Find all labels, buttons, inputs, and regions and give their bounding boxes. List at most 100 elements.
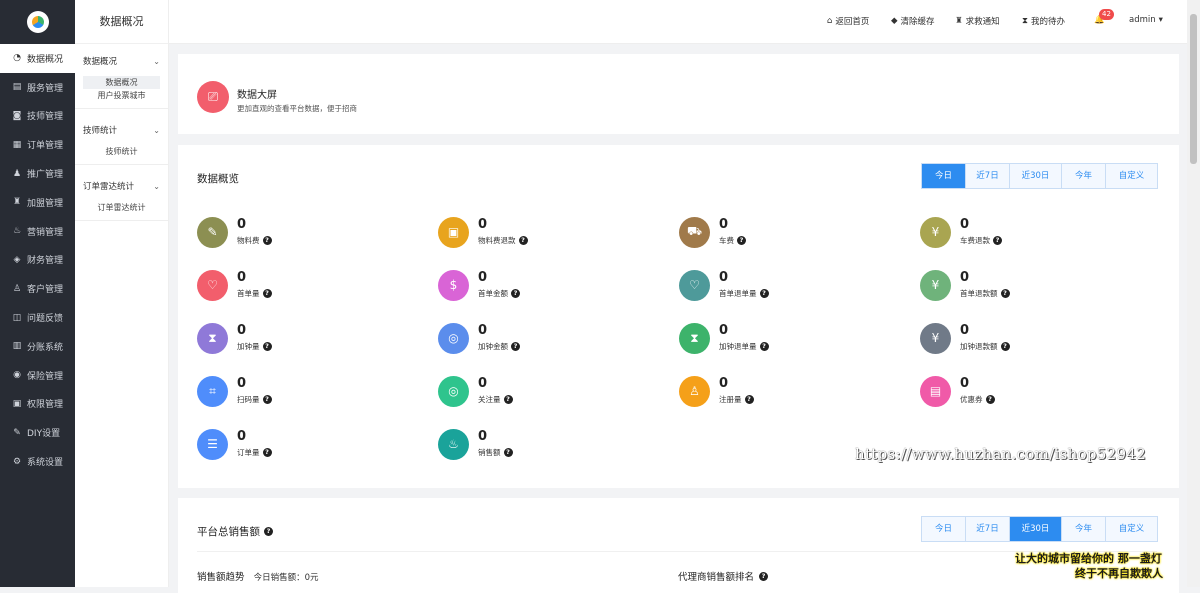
help-notice-link[interactable]: ♜ 求救通知 — [955, 15, 1000, 27]
help-icon[interactable]: ? — [1000, 289, 1010, 298]
sales-trend-title: 销售额趋势 今日销售额：0元 — [197, 572, 319, 583]
help-icon[interactable]: ? — [511, 289, 520, 298]
sales-card: 平台总销售额? 今日 近7日 近30日 今年 自定义 销售额趋势 今日销售额：0元 代理… — [178, 498, 1179, 593]
stat-item: ◎ 0 加钟金额? — [438, 322, 520, 354]
help-icon[interactable]: ? — [262, 289, 272, 298]
help-icon[interactable]: ? — [503, 395, 513, 404]
stat-value: 0 — [719, 217, 729, 232]
help-icon[interactable]: ? — [759, 289, 769, 298]
stat-icon: ✎ — [197, 216, 228, 248]
range-tab[interactable]: 今年 — [1062, 517, 1106, 541]
stat-icon: ⧗ — [679, 322, 710, 354]
stat-item: ▤ 0 优惠券? — [920, 375, 995, 407]
sidebar-item-12[interactable]: ▣ 权限管理 — [0, 390, 75, 419]
help-icon[interactable]: ? — [262, 448, 272, 457]
range-tab[interactable]: 自定义 — [1106, 164, 1157, 188]
stat-value: 0 — [960, 323, 970, 338]
sidebar-item-10[interactable]: ▥ 分账系统 — [0, 332, 75, 361]
stat-label: 首单退单量? — [719, 288, 769, 299]
subnav-item[interactable]: 数据概况 — [83, 76, 160, 89]
sidebar-item-14[interactable]: ⚙ 系统设置 — [0, 447, 75, 476]
sidebar-item-1[interactable]: ▤ 服务管理 — [0, 73, 75, 102]
help-icon[interactable]: ? — [511, 342, 520, 351]
stat-item: ▣ 0 物料费退款? — [438, 216, 528, 248]
subnav-item[interactable]: 订单雷达统计 — [83, 201, 160, 214]
sidebar-item-4[interactable]: ♟ 推广管理 — [0, 159, 75, 188]
menu-icon: ◫ — [12, 312, 22, 323]
stat-icon: ¥ — [920, 322, 951, 354]
overview-range-tabs: 今日 近7日 近30日 今年 自定义 — [921, 163, 1158, 189]
subnav-item[interactable]: 用户投票城市 — [83, 89, 160, 102]
sidebar-item-13[interactable]: ✎ DIY设置 — [0, 418, 75, 447]
sidebar-item-9[interactable]: ◫ 问题反馈 — [0, 303, 75, 332]
help-icon[interactable]: ? — [503, 448, 513, 457]
range-tab[interactable]: 近7日 — [966, 517, 1010, 541]
help-icon[interactable]: ? — [1000, 342, 1010, 351]
sidebar-item-2[interactable]: ◙ 技师管理 — [0, 102, 75, 131]
stat-item: ⧗ 0 加钟退单量? — [679, 322, 769, 354]
range-tab[interactable]: 今日 — [922, 164, 966, 188]
scrollbar-thumb[interactable] — [1190, 14, 1197, 164]
stat-icon: ▤ — [920, 375, 951, 407]
stat-label: 物料费退款? — [478, 235, 528, 246]
subnav-group-header[interactable]: 技师统计 ⌄ — [83, 115, 160, 145]
menu-icon: ♙ — [12, 283, 22, 294]
sidebar-item-7[interactable]: ◈ 财务管理 — [0, 246, 75, 275]
my-todo-link[interactable]: ⧗ 我的待办 — [1022, 15, 1065, 27]
sidebar-item-5[interactable]: ♜ 加盟管理 — [0, 188, 75, 217]
sidebar-item-3[interactable]: ▦ 订单管理 — [0, 130, 75, 159]
chevron-down-icon: ⌄ — [153, 125, 160, 135]
stat-value: 0 — [237, 323, 247, 338]
subnav-group-header[interactable]: 数据概况 ⌄ — [83, 46, 160, 76]
big-screen-desc: 更加直观的查看平台数据，便于招商 — [237, 104, 357, 113]
chevron-down-icon: ⌄ — [153, 181, 160, 191]
subnav-item[interactable]: 技师统计 — [83, 145, 160, 158]
help-icon[interactable]: ? — [518, 236, 528, 245]
stat-value: 0 — [237, 217, 247, 232]
stat-value: 0 — [237, 376, 247, 391]
sidebar-item-8[interactable]: ♙ 客户管理 — [0, 274, 75, 303]
big-screen-card[interactable]: ⎚ 数据大屏 更加直观的查看平台数据，便于招商 — [178, 54, 1179, 134]
stat-icon: ♙ — [679, 375, 710, 407]
promo-text-1: 让大的城市留给你的 那一盏灯 — [1015, 552, 1162, 565]
help-icon[interactable]: ? — [737, 236, 746, 245]
sidebar-item-6[interactable]: ♨ 营销管理 — [0, 217, 75, 246]
monitor-icon: ⎚ — [197, 81, 229, 113]
help-icon[interactable]: ? — [985, 395, 995, 404]
overview-card: 数据概览 今日 近7日 近30日 今年 自定义 ✎ 0 物料费? ▣ 0 物料费退款? ⛟ 0 车费? ¥… — [178, 145, 1179, 488]
home-link[interactable]: ⌂ 返回首页 — [827, 15, 869, 27]
stat-item: ♡ 0 首单退单量? — [679, 269, 769, 301]
help-icon[interactable]: ? — [744, 395, 754, 404]
range-tab[interactable]: 近30日 — [1010, 164, 1062, 188]
sidebar-item-0[interactable]: ◔ 数据概况 — [0, 44, 75, 73]
range-tab[interactable]: 今日 — [922, 517, 966, 541]
stat-item: ¥0 加钟退款额? — [920, 322, 1010, 354]
stat-label: 扫码量? — [237, 394, 272, 405]
help-icon[interactable]: ? — [262, 342, 272, 351]
help-icon[interactable]: ? — [262, 236, 272, 245]
stat-label: 首单量? — [237, 288, 272, 299]
menu-icon: ▥ — [12, 341, 22, 352]
stat-label: 销售额? — [478, 447, 513, 458]
subnav-group-header[interactable]: 订单雷达统计 ⌄ — [83, 171, 160, 201]
sidebar-item-label: 财务管理 — [27, 256, 64, 267]
range-tab[interactable]: 今年 — [1062, 164, 1106, 188]
help-icon[interactable]: ? — [262, 395, 272, 404]
range-tab[interactable]: 近30日 — [1010, 517, 1062, 541]
user-menu[interactable]: admin ▾ — [1129, 15, 1163, 25]
range-tab[interactable]: 近7日 — [966, 164, 1010, 188]
help-icon[interactable]: ? — [264, 527, 273, 536]
stat-item: ☰ 0 订单量? — [197, 428, 272, 460]
help-icon[interactable]: ? — [759, 342, 769, 351]
page-scrollbar[interactable] — [1187, 0, 1200, 587]
clear-cache-link[interactable]: ◆ 清除缓存 — [891, 15, 935, 27]
menu-icon: ▤ — [12, 82, 22, 93]
help-icon[interactable]: ? — [759, 571, 769, 581]
help-icon[interactable]: ? — [993, 236, 1002, 245]
sidebar-item-label: 客户管理 — [27, 285, 64, 296]
stat-label: 车费退款? — [960, 235, 1002, 246]
sidebar-item-label: 问题反馈 — [27, 314, 64, 325]
sidebar-item-11[interactable]: ◉ 保险管理 — [0, 361, 75, 390]
stat-icon: ◎ — [438, 375, 469, 407]
range-tab[interactable]: 自定义 — [1106, 517, 1157, 541]
